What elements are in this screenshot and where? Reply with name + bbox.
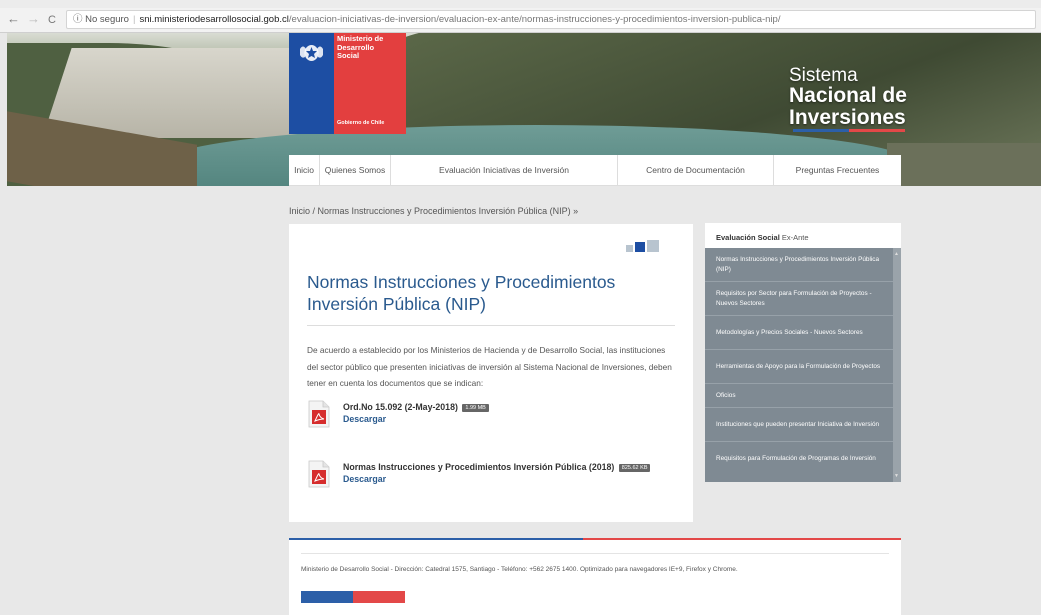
ministry-logo[interactable]: Ministerio de Desarrollo Social Gobierno… [289, 33, 406, 134]
nav-item-quienes-somos[interactable]: Quienes Somos [320, 155, 391, 185]
document-title-text: Normas Instrucciones y Procedimientos In… [343, 462, 615, 472]
scroll-down-icon[interactable]: ▼ [894, 473, 899, 479]
footer-flag-bar [301, 591, 405, 603]
file-size-badge: 825.62 KB [618, 463, 651, 472]
font-size-medium[interactable] [635, 242, 645, 252]
banner-shore-right [887, 143, 1041, 186]
nav-item-centro-documentacion[interactable]: Centro de Documentación [618, 155, 774, 185]
back-icon[interactable]: ← [7, 12, 20, 26]
font-size-icon[interactable] [626, 240, 659, 252]
logo-blue-block [289, 33, 334, 134]
footer-text: Ministerio de Desarrollo Social - Direcc… [301, 566, 738, 573]
content-card: Normas Instrucciones y Procedimientos In… [289, 224, 693, 522]
sidebar-scrollbar[interactable]: ▲ ▼ [893, 248, 901, 482]
footer-bar-blue [301, 591, 353, 603]
logo-gobierno: Gobierno de Chile [337, 120, 385, 126]
pdf-icon[interactable] [307, 460, 330, 488]
sidebar-item-instituciones[interactable]: Instituciones que pueden presentar Inici… [705, 408, 901, 442]
breadcrumb[interactable]: Inicio / Normas Instrucciones y Procedim… [289, 206, 578, 216]
site-title-line-3: Inversiones [789, 106, 906, 129]
nav-item-evaluacion[interactable]: Evaluación Iniciativas de Inversión [391, 155, 618, 185]
file-size-badge: 1.99 MB [462, 403, 489, 412]
address-bar[interactable]: ⓘ No seguro | sni.ministeriodesarrollosoci… [66, 10, 1036, 29]
pdf-icon[interactable] [307, 400, 330, 428]
intro-text: De acuerdo a establecido por los Ministe… [307, 345, 672, 388]
footer: Ministerio de Desarrollo Social - Direcc… [289, 538, 901, 615]
browser-toolbar: ← → C ⓘ No seguro | sni.ministeriodesarrol… [0, 0, 1041, 33]
sidebar-item-metodologias[interactable]: Metodologías y Precios Sociales - Nuevos… [705, 316, 901, 350]
font-size-small[interactable] [626, 245, 633, 252]
sidebar-item-programas[interactable]: Requisitos para Formulación de Programas… [705, 442, 901, 476]
sidebar-heading-rest: Ex-Ante [779, 233, 809, 242]
sidebar-item-oficios[interactable]: Oficios [705, 384, 901, 408]
footer-bar-red [353, 591, 405, 603]
nav-item-inicio[interactable]: Inicio [289, 155, 320, 185]
document-item: Ord.No 15.092 (2-May-2018) 1.99 MB Desca… [307, 400, 677, 434]
sidebar-heading: Evaluación Social Ex-Ante [705, 223, 901, 248]
sidebar-item-nip[interactable]: Normas Instrucciones y Procedimientos In… [705, 248, 901, 282]
scroll-up-icon[interactable]: ▲ [894, 251, 899, 257]
document-title-text: Ord.No 15.092 (2-May-2018) [343, 402, 458, 412]
sidebar-heading-bold: Evaluación Social [716, 233, 780, 242]
url-path: /evaluacion-iniciativas-de-inversion/eva… [288, 14, 781, 25]
footer-divider [301, 553, 889, 554]
page-title: Normas Instrucciones y Procedimientos In… [307, 272, 616, 314]
reload-icon[interactable]: C [48, 13, 56, 27]
security-indicator[interactable]: ⓘ No seguro [73, 14, 129, 25]
forward-icon[interactable]: → [27, 12, 40, 26]
document-title: Normas Instrucciones y Procedimientos In… [343, 462, 651, 472]
tab-strip [0, 0, 1041, 8]
underline-red [849, 129, 905, 132]
font-size-large[interactable] [647, 240, 659, 252]
main-nav: Inicio Quienes Somos Evaluación Iniciati… [289, 155, 901, 186]
document-title: Ord.No 15.092 (2-May-2018) 1.99 MB [343, 402, 489, 412]
download-link[interactable]: Descargar [343, 474, 386, 484]
logo-red-block: Ministerio de Desarrollo Social Gobierno… [334, 33, 406, 134]
sidebar-item-herramientas[interactable]: Herramientas de Apoyo para la Formulació… [705, 350, 901, 384]
nav-item-preguntas-frecuentes[interactable]: Preguntas Frecuentes [774, 155, 901, 185]
site-title-line-1: Sistema [789, 65, 858, 86]
site-title-underline [793, 129, 905, 132]
sidebar-item-requisitos-sector[interactable]: Requisitos por Sector para Formulación d… [705, 282, 901, 316]
logo-ministry-name: Ministerio de Desarrollo Social [337, 34, 383, 61]
site-title: Sistema Nacional de Inversiones [789, 66, 907, 129]
footer-accent-line [289, 538, 901, 540]
logo-line-3: Social [337, 51, 360, 60]
download-link[interactable]: Descargar [343, 414, 386, 424]
title-divider [307, 325, 675, 326]
document-item: Normas Instrucciones y Procedimientos In… [307, 460, 677, 494]
url-host: sni.ministeriodesarrollosocial.gob.cl [139, 14, 289, 25]
sidebar-menu: Normas Instrucciones y Procedimientos In… [705, 248, 901, 482]
site-title-line-2: Nacional de [789, 84, 907, 107]
coat-of-arms-icon [300, 45, 323, 61]
underline-blue [793, 129, 849, 132]
